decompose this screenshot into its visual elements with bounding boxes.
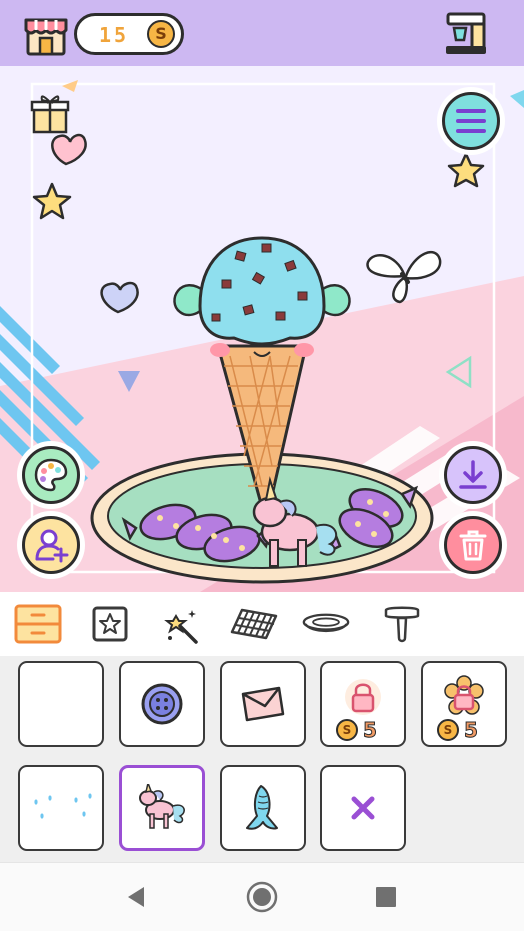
palette-icon — [34, 458, 68, 492]
price-value: 5 — [363, 718, 378, 743]
raindrops-icon — [34, 793, 92, 819]
mermaid-tail-icon — [246, 785, 278, 830]
item-grid: S 5 S 5 — [0, 656, 524, 862]
item-empty[interactable] — [18, 661, 104, 747]
shop-button[interactable] — [22, 10, 70, 58]
category-bar — [0, 592, 524, 656]
shop-icon — [24, 18, 68, 56]
category-stands[interactable] — [378, 602, 426, 646]
home-icon — [246, 881, 278, 913]
coin-icon: S — [437, 719, 459, 741]
price-value: 5 — [464, 718, 479, 743]
star-frame-icon — [92, 606, 128, 642]
menu-icon — [456, 109, 486, 133]
magic-wand-icon — [164, 610, 198, 644]
remove-x-icon — [351, 796, 375, 820]
locked-flower-item-icon — [444, 675, 484, 715]
button-icon — [141, 683, 183, 725]
trash-icon — [459, 530, 487, 561]
coin-counter: 15 S — [74, 13, 184, 55]
system-nav-bar — [0, 862, 524, 931]
download-icon — [459, 460, 487, 489]
unicorn-icon — [139, 784, 185, 829]
item-locked-2[interactable]: S 5 — [421, 661, 507, 747]
item-remove[interactable] — [320, 765, 406, 851]
item-button[interactable] — [119, 661, 205, 747]
coin-count: 15 — [99, 23, 130, 47]
coin-icon: S — [336, 719, 358, 741]
design-canvas[interactable] — [0, 66, 524, 592]
kitchen-button[interactable] — [442, 10, 490, 58]
nav-home-button[interactable] — [244, 879, 280, 915]
add-character-button[interactable] — [22, 516, 80, 574]
item-price: S 5 — [336, 718, 378, 743]
item-raindrops[interactable] — [18, 765, 104, 851]
item-price: S 5 — [437, 718, 479, 743]
category-tablecloth[interactable] — [230, 602, 278, 646]
kitchen-icon — [446, 12, 486, 54]
item-unicorn[interactable] — [119, 765, 205, 851]
tablecloth-icon — [230, 608, 278, 640]
category-drawer[interactable] — [14, 602, 62, 646]
scene-artwork — [0, 80, 524, 592]
nav-back-button[interactable] — [118, 879, 154, 915]
top-bar: 15 S — [0, 0, 524, 66]
coin-icon: S — [147, 20, 175, 48]
item-mermaid-tail[interactable] — [220, 765, 306, 851]
menu-button[interactable] — [442, 92, 500, 150]
item-locked-1[interactable]: S 5 — [320, 661, 406, 747]
category-frames[interactable] — [86, 602, 134, 646]
download-button[interactable] — [444, 446, 502, 504]
palette-button[interactable] — [22, 446, 80, 504]
add-character-icon — [35, 529, 69, 563]
drawer-icon — [14, 604, 62, 644]
stand-icon — [384, 606, 420, 643]
nav-recents-button[interactable] — [368, 879, 404, 915]
category-plates[interactable] — [302, 602, 350, 646]
trash-button[interactable] — [444, 516, 502, 574]
envelope-icon — [241, 686, 285, 722]
app-screen: 15 S S 5 S 5 — [0, 0, 524, 931]
item-envelope[interactable] — [220, 661, 306, 747]
plate-icon — [302, 613, 350, 633]
back-icon — [128, 887, 144, 907]
category-effects[interactable] — [158, 602, 206, 646]
recents-icon — [376, 887, 396, 907]
locked-item-icon — [345, 679, 381, 715]
